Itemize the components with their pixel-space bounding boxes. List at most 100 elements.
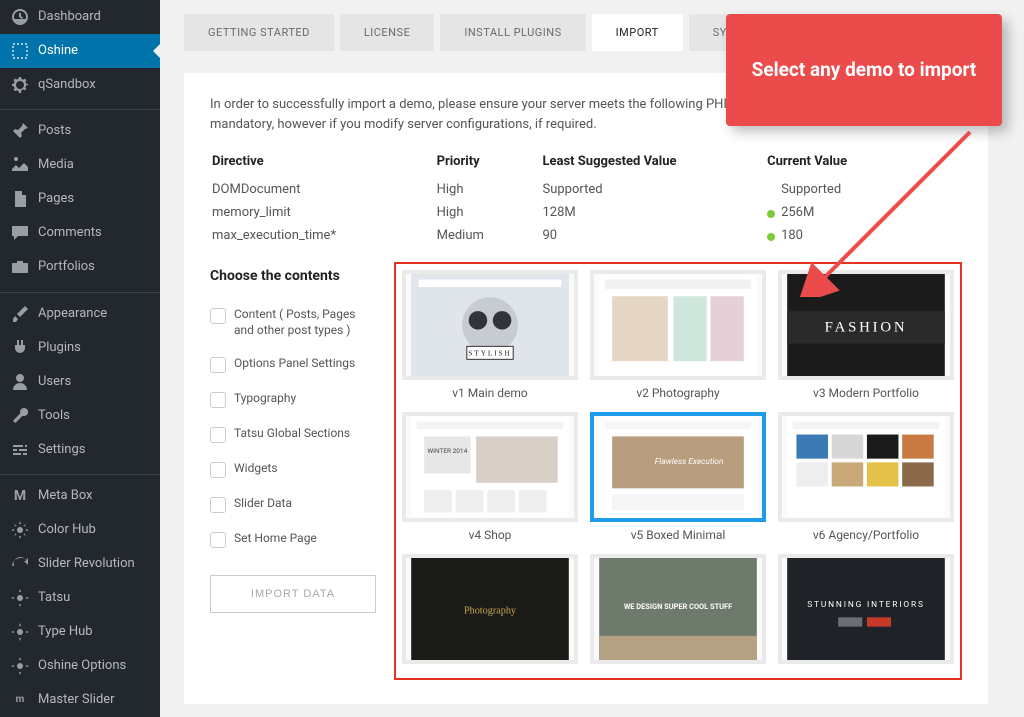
cell-suggested: 90 xyxy=(542,225,765,246)
sidebar-item-plugins[interactable]: Plugins xyxy=(0,331,160,365)
sidebar-item-label: Meta Box xyxy=(38,487,93,505)
import-data-button[interactable]: IMPORT DATA xyxy=(210,575,376,613)
sidebar-item-label: Pages xyxy=(38,190,74,208)
cell-priority: High xyxy=(437,202,541,223)
checkbox-row[interactable]: Set Home Page xyxy=(210,522,376,557)
col-priority: Priority xyxy=(437,154,541,177)
demo-grid-highlight: STYLISH v1 Main demo v2 Photography FASH… xyxy=(394,262,962,680)
table-row: max_execution_time* Medium 90 180 xyxy=(212,225,960,246)
demo-thumbnail: STUNNING INTERIORS xyxy=(778,554,954,664)
checkbox-label: Options Panel Settings xyxy=(234,356,355,372)
demo-card[interactable]: WE DESIGN SUPER COOL STUFF xyxy=(590,554,766,672)
checkbox-row[interactable]: Options Panel Settings xyxy=(210,347,376,382)
sidebar-separator xyxy=(0,288,160,292)
demo-card[interactable]: STYLISH v1 Main demo xyxy=(402,270,578,402)
checkbox-row[interactable]: Content ( Posts, Pages and other post ty… xyxy=(210,298,376,347)
user-icon xyxy=(10,372,30,392)
checkbox-icon xyxy=(210,427,226,443)
tab-install-plugins[interactable]: INSTALL PLUGINS xyxy=(440,14,585,51)
demo-card[interactable]: WINTER 2014 v4 Shop xyxy=(402,412,578,544)
sidebar-item-typehub[interactable]: Type Hub xyxy=(0,615,160,649)
demo-thumbnail xyxy=(778,412,954,522)
checkbox-row[interactable]: Typography xyxy=(210,382,376,417)
svg-text:WINTER 2014: WINTER 2014 xyxy=(427,447,467,455)
sidebar-item-comments[interactable]: Comments xyxy=(0,216,160,250)
sidebar-item-settings[interactable]: Settings xyxy=(0,433,160,467)
tab-license[interactable]: LICENSE xyxy=(340,14,434,51)
sidebar-item-metabox[interactable]: M Meta Box xyxy=(0,479,160,513)
col-current: Current Value xyxy=(767,154,960,177)
sidebar-item-label: Appearance xyxy=(38,305,107,323)
demo-label: v5 Boxed Minimal xyxy=(590,522,766,544)
checkbox-icon xyxy=(210,357,226,373)
main-content: GETTING STARTED LICENSE INSTALL PLUGINS … xyxy=(160,0,1024,717)
pages-icon xyxy=(10,189,30,209)
plug-icon xyxy=(10,338,30,358)
sidebar-item-masterslider[interactable]: m Master Slider xyxy=(0,683,160,717)
callout-select-demo: Select any demo to import xyxy=(726,14,1002,126)
choose-panel: Choose the contents Content ( Posts, Pag… xyxy=(210,268,376,680)
demo-card[interactable]: Flawless Execution v5 Boxed Minimal xyxy=(590,412,766,544)
gear-icon xyxy=(10,656,30,676)
demo-card[interactable]: FASHION v3 Modern Portfolio xyxy=(778,270,954,402)
gear-icon xyxy=(10,520,30,540)
checkbox-row[interactable]: Slider Data xyxy=(210,487,376,522)
sidebar-item-oshineoptions[interactable]: Oshine Options xyxy=(0,649,160,683)
sidebar-item-label: Oshine xyxy=(38,42,78,60)
demo-label: v1 Main demo xyxy=(402,380,578,402)
comments-icon xyxy=(10,223,30,243)
checkbox-row[interactable]: Widgets xyxy=(210,452,376,487)
cell-directive: DOMDocument xyxy=(212,179,435,200)
checkbox-row[interactable]: Tatsu Global Sections xyxy=(210,417,376,452)
demo-thumbnail: STYLISH xyxy=(402,270,578,380)
svg-text:Flawless Execution: Flawless Execution xyxy=(655,457,724,467)
svg-text:STUNNING INTERIORS: STUNNING INTERIORS xyxy=(807,600,925,610)
sidebar-item-tools[interactable]: Tools xyxy=(0,399,160,433)
sidebar-item-sliderrev[interactable]: Slider Revolution xyxy=(0,547,160,581)
demo-card[interactable]: STUNNING INTERIORS xyxy=(778,554,954,672)
sidebar-item-pages[interactable]: Pages xyxy=(0,182,160,216)
checkbox-icon xyxy=(210,532,226,548)
sidebar-item-tatsu[interactable]: Tatsu xyxy=(0,581,160,615)
sidebar-item-label: Dashboard xyxy=(38,8,101,26)
demo-thumbnail: FASHION xyxy=(778,270,954,380)
sidebar-item-appearance[interactable]: Appearance xyxy=(0,297,160,331)
tab-getting-started[interactable]: GETTING STARTED xyxy=(184,14,334,51)
sidebar-item-label: Portfolios xyxy=(38,258,95,276)
checkbox-label: Set Home Page xyxy=(234,531,317,547)
demo-label xyxy=(402,664,578,672)
svg-text:STYLISH: STYLISH xyxy=(468,349,511,358)
pushpin-icon xyxy=(10,121,30,141)
sidebar-item-dashboard[interactable]: Dashboard xyxy=(0,0,160,34)
oshine-icon xyxy=(10,41,30,61)
gear-icon xyxy=(10,75,30,95)
svg-text:Photography: Photography xyxy=(464,606,517,617)
tab-import[interactable]: IMPORT xyxy=(592,14,683,51)
demo-grid: STYLISH v1 Main demo v2 Photography FASH… xyxy=(402,270,954,672)
demo-card[interactable]: Photography xyxy=(402,554,578,672)
svg-text:WE DESIGN SUPER COOL STUFF: WE DESIGN SUPER COOL STUFF xyxy=(624,602,732,611)
cell-priority: High xyxy=(437,179,541,200)
sidebar-item-colorhub[interactable]: Color Hub xyxy=(0,513,160,547)
checkbox-label: Typography xyxy=(234,391,296,407)
demo-card[interactable]: v2 Photography xyxy=(590,270,766,402)
demo-label: v2 Photography xyxy=(590,380,766,402)
demo-thumbnail: WE DESIGN SUPER COOL STUFF xyxy=(590,554,766,664)
demo-card[interactable]: v6 Agency/Portfolio xyxy=(778,412,954,544)
col-suggested: Least Suggested Value xyxy=(542,154,765,177)
brush-icon xyxy=(10,304,30,324)
sidebar-item-label: Settings xyxy=(38,441,85,459)
sidebar-item-media[interactable]: Media xyxy=(0,148,160,182)
sidebar-item-label: Comments xyxy=(38,224,102,242)
sidebar-item-portfolios[interactable]: Portfolios xyxy=(0,250,160,284)
sidebar-item-label: qSandbox xyxy=(38,76,96,94)
sidebar-item-label: Slider Revolution xyxy=(38,555,135,573)
master-icon: m xyxy=(10,690,30,710)
sidebar-item-qsandbox[interactable]: qSandbox xyxy=(0,68,160,102)
sidebar-item-oshine[interactable]: Oshine xyxy=(0,34,160,68)
sidebar-item-posts[interactable]: Posts xyxy=(0,114,160,148)
table-row: memory_limit High 128M 256M xyxy=(212,202,960,223)
sidebar-item-label: Oshine Options xyxy=(38,657,126,675)
sidebar-item-label: Media xyxy=(38,156,74,174)
sidebar-item-users[interactable]: Users xyxy=(0,365,160,399)
